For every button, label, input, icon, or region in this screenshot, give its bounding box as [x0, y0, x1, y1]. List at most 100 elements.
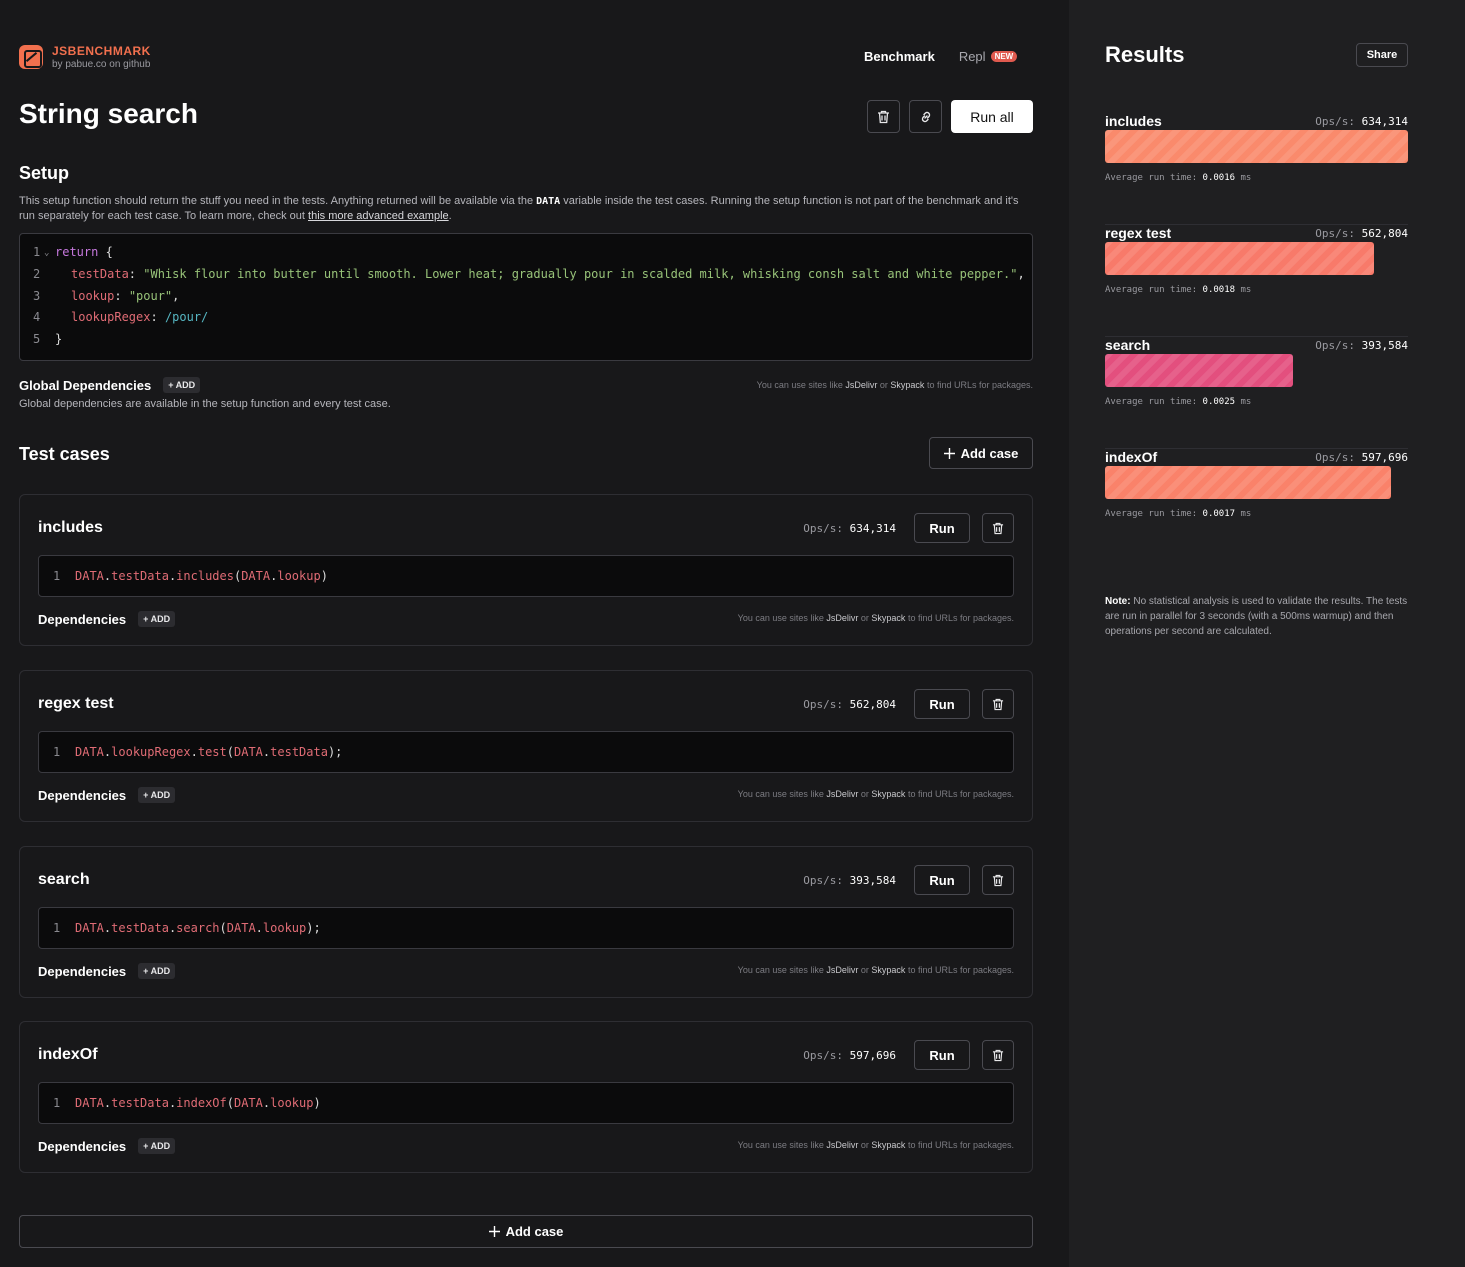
add-dependency-button[interactable]: + ADD: [138, 963, 176, 979]
skypack-link[interactable]: Skypack: [871, 613, 905, 623]
nav-benchmark[interactable]: Benchmark: [864, 49, 935, 64]
code-line: 2 testData: "Whisk flour into butter unti…: [33, 267, 1025, 281]
skypack-link[interactable]: Skypack: [890, 380, 924, 390]
hint-text: You can use sites like: [737, 789, 827, 799]
code-token: (: [233, 569, 242, 583]
test-case-title[interactable]: includes: [38, 519, 103, 537]
run-case-button[interactable]: Run: [914, 1040, 970, 1070]
hint-text: or: [877, 380, 891, 390]
code-token: :: [150, 310, 165, 324]
test-case-title[interactable]: regex test: [38, 695, 114, 713]
avg-unit: ms: [1240, 397, 1252, 407]
avg-label: Average run time:: [1105, 509, 1198, 519]
global-dependencies-description: Global dependencies are available in the…: [19, 398, 391, 410]
line-number: 1: [53, 1096, 61, 1110]
hint-text: or: [858, 1140, 872, 1150]
run-case-button[interactable]: Run: [914, 689, 970, 719]
add-dependency-button[interactable]: + ADD: [138, 611, 176, 627]
result-item: regex test Ops/s: 562,804 Average run time…: [1105, 225, 1408, 337]
note-text: No statistical analysis is used to valid…: [1105, 596, 1408, 637]
ops-value: 393,584: [1361, 339, 1408, 352]
hint-text: to find URLs for packages.: [905, 965, 1014, 975]
add-dependency-button[interactable]: + ADD: [138, 787, 176, 803]
ops-label: Ops/s:: [803, 698, 844, 711]
note-label: Note:: [1105, 596, 1131, 607]
avg-unit: ms: [1240, 173, 1252, 183]
brand-sub: by pabue.co on github: [52, 59, 151, 70]
hint-text: or: [858, 789, 872, 799]
jsdelivr-link[interactable]: JsDelivr: [826, 613, 858, 623]
code-token: (: [226, 745, 234, 759]
test-case-code-editor[interactable]: 1 DATA. lookupRegex. test(DATA. testData);: [38, 731, 1014, 773]
ops-value: 562,804: [1361, 227, 1408, 240]
test-case-code-editor[interactable]: 1 DATA. testData. search(DATA. lookup);: [38, 907, 1014, 949]
avg-label: Average run time:: [1105, 173, 1198, 183]
ops-value: 562,804: [849, 698, 896, 711]
hint-text: to find URLs for packages.: [924, 380, 1033, 390]
bottom-add-case-button[interactable]: Add case: [19, 1215, 1033, 1248]
line-number: 2: [33, 267, 41, 281]
delete-case-button[interactable]: [982, 513, 1014, 543]
skypack-link[interactable]: Skypack: [871, 965, 905, 975]
setup-description: This setup function should return the st…: [19, 194, 1019, 224]
ops-value: 634,314: [849, 522, 896, 535]
code-token: DATA: [75, 921, 104, 935]
delete-case-button[interactable]: [982, 865, 1014, 895]
fold-icon[interactable]: ⌄: [44, 248, 49, 258]
code-token: "pour": [128, 289, 173, 303]
run-case-button[interactable]: Run: [914, 865, 970, 895]
result-average: Average run time: 0.0017 ms: [1105, 509, 1251, 519]
code-token: .: [262, 745, 271, 759]
test-case-code-editor[interactable]: 1 DATA. testData. indexOf(DATA. lookup): [38, 1082, 1014, 1124]
line-number: 4: [33, 310, 41, 324]
delete-case-button[interactable]: [982, 1040, 1014, 1070]
code-token: search: [176, 921, 220, 935]
add-case-button[interactable]: Add case: [929, 437, 1033, 469]
jsdelivr-link[interactable]: JsDelivr: [826, 789, 858, 799]
code-token: lookupRegex: [111, 745, 191, 759]
jsdelivr-link[interactable]: JsDelivr: [826, 965, 858, 975]
trash-icon: [992, 1049, 1004, 1061]
share-button[interactable]: Share: [1356, 43, 1408, 67]
dependencies-label: Dependencies: [38, 1138, 127, 1154]
delete-benchmark-button[interactable]: [867, 100, 900, 133]
setup-desc-end: .: [448, 210, 452, 222]
setup-code-editor[interactable]: 1 ⌄ return { 2 testData: "Whisk flour into …: [19, 233, 1033, 361]
advanced-example-link[interactable]: this more advanced example: [308, 210, 449, 222]
run-case-button[interactable]: Run: [914, 513, 970, 543]
code-line: 1 DATA. lookupRegex. test(DATA. testData);: [53, 745, 342, 759]
delete-case-button[interactable]: [982, 689, 1014, 719]
global-dependencies-label: Global Dependencies: [19, 377, 152, 393]
case-dependencies: Dependencies + ADD: [38, 1138, 176, 1154]
code-token: :: [114, 289, 129, 303]
main-panel: JSBENCHMARK by pabue.co on github Benchm…: [0, 0, 1069, 1267]
jsdelivr-link[interactable]: JsDelivr: [845, 380, 877, 390]
test-case-title[interactable]: indexOf: [38, 1046, 98, 1064]
add-dependency-button[interactable]: + ADD: [138, 1138, 176, 1154]
code-token: "Whisk flour into butter until smooth. L…: [143, 267, 1018, 281]
jsdelivr-link[interactable]: JsDelivr: [826, 1140, 858, 1150]
code-token: indexOf: [176, 1096, 227, 1110]
run-all-button[interactable]: Run all: [951, 100, 1033, 133]
copy-link-button[interactable]: [909, 100, 942, 133]
test-case-code-editor[interactable]: 1 DATA. testData. includes(DATA. lookup): [38, 555, 1014, 597]
ops-value: 634,314: [1361, 115, 1408, 128]
brand-logo-icon: [19, 45, 43, 69]
code-token: {: [98, 245, 113, 259]
test-case-title[interactable]: search: [38, 871, 90, 889]
skypack-link[interactable]: Skypack: [871, 789, 905, 799]
test-case-card: regex test Ops/s: 562,804 Run 1 DATA. lookupR…: [19, 670, 1033, 822]
page-title: String search: [19, 98, 198, 129]
hint-text: to find URLs for packages.: [905, 613, 1014, 623]
line-number: 1: [53, 745, 61, 759]
code-token: ,: [1017, 267, 1025, 281]
hint-text: to find URLs for packages.: [905, 1140, 1014, 1150]
ops-value: 597,696: [1361, 451, 1408, 464]
brand-logo[interactable]: JSBENCHMARK by pabue.co on github: [19, 44, 151, 70]
new-badge: NEW: [990, 51, 1018, 62]
nav-repl[interactable]: Repl NEW: [959, 49, 1018, 64]
case-dependencies: Dependencies + ADD: [38, 963, 176, 979]
code-token: );: [306, 921, 321, 935]
add-global-dependency-button[interactable]: + ADD: [163, 377, 201, 393]
skypack-link[interactable]: Skypack: [871, 1140, 905, 1150]
